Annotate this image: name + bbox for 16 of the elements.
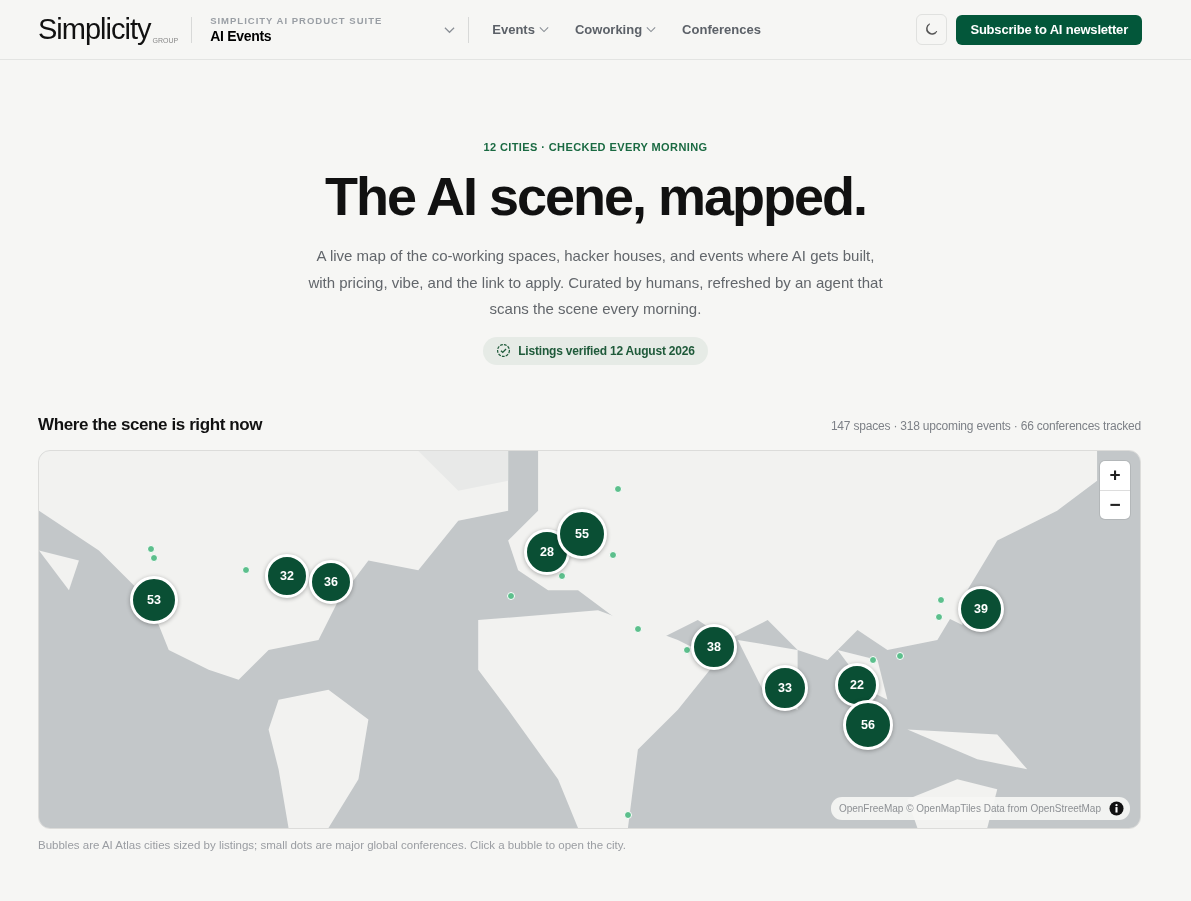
verified-text: Listings verified 12 August 2026: [518, 343, 695, 358]
nav-link[interactable]: Events: [492, 22, 549, 37]
zoom-in-button[interactable]: +: [1100, 460, 1130, 490]
map[interactable]: 53 32 36 28 55 38 33 22 56 39 + − OpenFreeMap © OpenMapTiles Data from OpenStreetMap: [38, 449, 1141, 829]
hero-title: The AI scene, mapped.: [324, 167, 867, 227]
attribution-text: OpenFreeMap © OpenMapTiles Data from OpenStreetMap: [838, 802, 1101, 814]
subscribe-button[interactable]: Subscribe to AI newsletter: [956, 14, 1142, 45]
section-title: Where the scene is right now: [38, 414, 262, 435]
map-caption: Bubbles are AI Atlas cities sized by listings; small dots are major global conferences. Click a bubble to open the city.: [38, 838, 627, 851]
nav-link[interactable]: Conferences: [682, 22, 761, 37]
stats-text: 147 spaces · 318 upcoming events · 66 conferences tracked: [830, 418, 1141, 433]
nav-link[interactable]: Coworking: [574, 22, 657, 37]
product-switcher[interactable]: SIMPLICITY AI PRODUCT SUITE AI Events: [210, 15, 456, 44]
eyebrow-text: 12 CITIES · CHECKED EVERY MORNING: [483, 141, 708, 153]
hero-description: A live map of the co-working spaces, hacker houses, and events where AI gets built, with pricing, vibe, and the link to apply. Curated by humans, refreshed by an agent that scans the scene every morning.: [307, 246, 884, 320]
zoom-out-button[interactable]: −: [1100, 489, 1130, 519]
